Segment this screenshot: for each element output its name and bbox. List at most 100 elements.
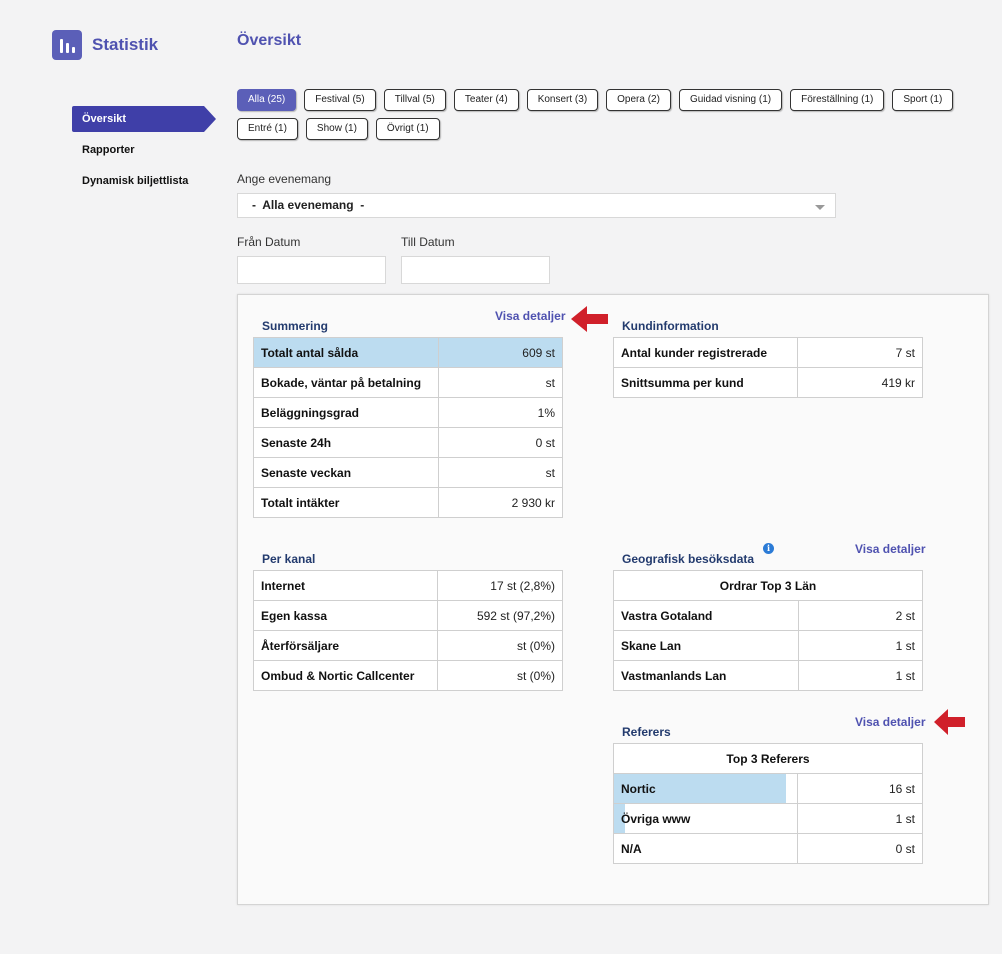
geo-table-header: Ordrar Top 3 Län	[613, 570, 923, 601]
chip-alla[interactable]: Alla (25)	[237, 89, 297, 111]
row-key: Internet	[252, 570, 439, 601]
row-value: st (0%)	[437, 660, 563, 691]
referers-title: Referers	[622, 725, 671, 739]
row-key: Återförsäljare	[252, 630, 439, 661]
row-value: 1%	[437, 397, 564, 428]
table-row: Vastra Gotaland 2 st	[613, 600, 924, 631]
row-key: Totalt intäkter	[253, 487, 439, 518]
chevron-down-icon	[815, 205, 825, 210]
row-key: Snittsumma per kund	[612, 367, 799, 398]
from-date-label: Från Datum	[237, 235, 301, 249]
sidebar-item-rapporter[interactable]: Rapporter	[72, 137, 222, 163]
table-row: Senaste veckan st	[253, 457, 564, 488]
row-key: Övriga www	[612, 803, 799, 834]
table-row: Antal kunder registrerade 7 st	[612, 337, 923, 368]
row-key: Senaste veckan	[253, 457, 439, 488]
row-value: 2 930 kr	[437, 487, 564, 518]
row-value: st (0%)	[437, 630, 563, 661]
referers-table: Top 3 Referers Nortic 16 st Övriga www 1 s…	[612, 743, 923, 864]
table-row: Nortic 16 st	[612, 773, 923, 804]
row-value: 0 st	[797, 833, 923, 864]
row-key: Vastmanlands Lan	[613, 660, 799, 691]
kundinfo-title: Kundinformation	[622, 319, 719, 333]
summering-title: Summering	[262, 319, 329, 333]
chip-konsert[interactable]: Konsert (3)	[526, 89, 599, 111]
row-value: st	[437, 457, 564, 488]
table-row: Beläggningsgrad 1%	[253, 397, 564, 428]
chip-festival[interactable]: Festival (5)	[304, 89, 376, 111]
kundinfo-table: Antal kunder registrerade 7 st Snittsumma…	[612, 337, 923, 398]
row-key: Senaste 24h	[253, 427, 439, 458]
info-icon[interactable]: i	[763, 543, 774, 554]
row-value: 7 st	[797, 337, 923, 368]
per-kanal-table: Internet 17 st (2,8%) Egen kassa 592 st (9…	[252, 570, 563, 691]
table-row: Snittsumma per kund 419 kr	[612, 367, 923, 398]
table-row: Ombud & Nortic Callcenter st (0%)	[252, 660, 563, 691]
table-row: Vastmanlands Lan 1 st	[613, 660, 924, 691]
row-key: Ombud & Nortic Callcenter	[252, 660, 439, 691]
row-key: Vastra Gotaland	[613, 600, 799, 631]
chip-tillval[interactable]: Tillval (5)	[383, 89, 446, 111]
table-header-row: Top 3 Referers	[613, 743, 923, 774]
row-key: Skane Lan	[613, 630, 799, 661]
row-value: 1 st	[797, 630, 924, 661]
chip-opera[interactable]: Opera (2)	[606, 89, 671, 111]
chip-show[interactable]: Show (1)	[305, 118, 368, 140]
app-title: Statistik	[92, 35, 159, 54]
arrow-left-icon	[571, 306, 608, 332]
row-value: 1 st	[797, 660, 924, 691]
row-key: Beläggningsgrad	[253, 397, 439, 428]
table-row: Internet 17 st (2,8%)	[252, 570, 563, 601]
table-row: Skane Lan 1 st	[613, 630, 924, 661]
chip-guidad-visning[interactable]: Guidad visning (1)	[678, 89, 783, 111]
table-row: N/A 0 st	[612, 833, 923, 864]
chip-ovrigt[interactable]: Övrigt (1)	[375, 118, 440, 140]
page-title: Översikt	[237, 32, 302, 49]
table-header-row: Ordrar Top 3 Län	[613, 570, 923, 601]
table-row: Återförsäljare st (0%)	[252, 630, 563, 661]
row-key: Antal kunder registrerade	[612, 337, 799, 368]
table-row: Senaste 24h 0 st	[253, 427, 564, 458]
sidebar-item-dynamisk-biljettlista[interactable]: Dynamisk biljettlista	[72, 168, 222, 194]
to-date-label: Till Datum	[401, 235, 455, 249]
table-row: Övriga www 1 st	[612, 803, 923, 834]
row-key: N/A	[612, 833, 799, 864]
category-filter: Alla (25) Festival (5) Tillval (5) Teate…	[237, 89, 967, 147]
row-value: 16 st	[797, 773, 923, 804]
row-value: 419 kr	[797, 367, 923, 398]
sidebar-item-oversikt[interactable]: Översikt	[72, 106, 216, 132]
row-key-text: Övriga www	[621, 811, 691, 826]
row-key-text: Nortic	[621, 781, 656, 796]
row-key: Bokade, väntar på betalning	[253, 367, 439, 398]
summering-table: Totalt antal sålda 609 st Bokade, väntar …	[253, 337, 564, 518]
chip-entre[interactable]: Entré (1)	[237, 118, 298, 140]
to-date-input[interactable]	[401, 256, 550, 284]
geo-details-link[interactable]: Visa detaljer	[855, 542, 926, 556]
table-row: Egen kassa 592 st (97,2%)	[252, 600, 563, 631]
geo-title: Geografisk besöksdata	[622, 552, 755, 566]
row-value: 2 st	[797, 600, 924, 631]
row-value: 17 st (2,8%)	[437, 570, 563, 601]
row-value: 1 st	[797, 803, 923, 834]
summering-details-link[interactable]: Visa detaljer	[495, 309, 566, 323]
row-key: Totalt antal sålda	[253, 337, 439, 368]
chip-forestallning[interactable]: Föreställning (1)	[790, 89, 885, 111]
app-logo[interactable]: Statistik	[52, 30, 158, 60]
table-row: Totalt intäkter 2 930 kr	[253, 487, 564, 518]
row-key-text: N/A	[621, 841, 642, 856]
row-key: Nortic	[612, 773, 799, 804]
sidebar: Översikt Rapporter Dynamisk biljettlista	[72, 106, 222, 199]
from-date-input[interactable]	[237, 256, 386, 284]
referers-details-link[interactable]: Visa detaljer	[855, 715, 926, 729]
chip-teater[interactable]: Teater (4)	[453, 89, 519, 111]
per-kanal-title: Per kanal	[262, 552, 316, 566]
event-select-value: - Alla evenemang -	[252, 198, 365, 212]
event-select[interactable]: - Alla evenemang -	[237, 193, 836, 218]
chip-sport[interactable]: Sport (1)	[892, 89, 954, 111]
row-value: st	[437, 367, 564, 398]
row-value: 609 st	[437, 337, 564, 368]
bar-chart-icon	[52, 30, 82, 60]
row-value: 0 st	[437, 427, 564, 458]
event-label: Ange evenemang	[237, 172, 332, 186]
row-value: 592 st (97,2%)	[437, 600, 563, 631]
